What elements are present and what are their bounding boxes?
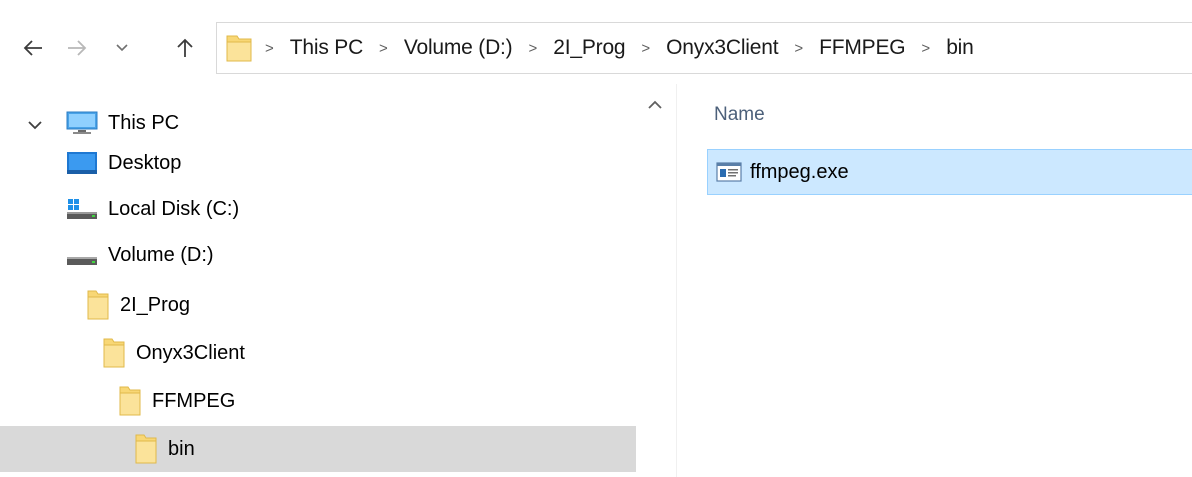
breadcrumb-separator[interactable]: > — [921, 40, 930, 57]
tree-item-label: Volume (D:) — [108, 243, 214, 266]
tree-item-bin[interactable]: bin — [0, 426, 636, 472]
tree-item-label: Onyx3Client — [136, 341, 245, 364]
computer-icon — [66, 111, 98, 134]
scroll-up-arrow-icon[interactable] — [640, 94, 670, 116]
breadcrumb-this-pc[interactable]: This PC — [290, 36, 363, 60]
folder-icon — [135, 434, 157, 464]
folder-icon — [87, 290, 109, 320]
breadcrumb-volume-d[interactable]: Volume (D:) — [404, 36, 513, 60]
arrow-up-icon — [177, 38, 193, 57]
chevron-down-icon[interactable] — [26, 116, 44, 134]
breadcrumb-separator: > — [265, 39, 274, 57]
tree-item-label: bin — [168, 437, 195, 460]
tree-item-label: Desktop — [108, 151, 182, 174]
tree-item-ffmpeg[interactable]: FFMPEG — [0, 378, 636, 424]
desktop-icon — [67, 152, 97, 174]
chevron-down-icon — [116, 44, 128, 52]
address-bar[interactable]: > This PC > Volume (D:) > 2I_Prog > Onyx… — [216, 22, 1192, 74]
windows-drive-icon — [67, 199, 97, 219]
tree-item-label: Local Disk (C:) — [108, 197, 240, 220]
tree-item-onyx3client[interactable]: Onyx3Client — [0, 330, 636, 376]
breadcrumb-onyx3client[interactable]: Onyx3Client — [666, 36, 778, 60]
breadcrumb-2i-prog[interactable]: 2I_Prog — [553, 36, 625, 60]
column-header-name[interactable]: Name — [714, 104, 765, 126]
tree-item-2i-prog[interactable]: 2I_Prog — [0, 282, 636, 328]
tree-item-label: This PC — [108, 111, 180, 134]
tree-item-desktop[interactable]: Desktop — [0, 140, 636, 186]
tree-item-label: FFMPEG — [152, 389, 236, 412]
tree-item-volume-d[interactable]: Volume (D:) — [0, 232, 636, 278]
file-list — [677, 84, 1192, 477]
back-button[interactable] — [16, 28, 50, 68]
file-name: ffmpeg.exe — [750, 160, 849, 183]
breadcrumb-separator[interactable]: > — [794, 40, 803, 57]
breadcrumb-ffmpeg[interactable]: FFMPEG — [819, 36, 905, 60]
navigation-pane: This PC Desktop Local Disk (C:) Volume (… — [0, 84, 676, 477]
breadcrumb-separator[interactable]: > — [528, 40, 537, 57]
tree-item-local-disk-c[interactable]: Local Disk (C:) — [0, 186, 636, 232]
drive-icon — [67, 257, 97, 265]
arrow-right-icon — [68, 40, 87, 56]
folder-icon — [119, 386, 141, 416]
tree-item-label: 2I_Prog — [120, 293, 191, 316]
breadcrumb-separator[interactable]: > — [641, 40, 650, 57]
folder-icon — [103, 338, 125, 368]
recent-locations-button[interactable] — [110, 28, 134, 68]
up-button[interactable] — [168, 28, 202, 68]
file-row-ffmpeg[interactable]: ffmpeg.exe — [707, 149, 1192, 195]
forward-button[interactable] — [60, 28, 94, 68]
executable-icon — [716, 162, 742, 182]
folder-icon — [226, 35, 252, 62]
navigation-pane-scrollbar[interactable] — [636, 84, 676, 477]
arrow-left-icon — [23, 40, 42, 56]
breadcrumb-bin[interactable]: bin — [946, 36, 974, 60]
navigation-bar: > This PC > Volume (D:) > 2I_Prog > Onyx… — [0, 0, 1192, 84]
breadcrumb-separator[interactable]: > — [379, 40, 388, 57]
